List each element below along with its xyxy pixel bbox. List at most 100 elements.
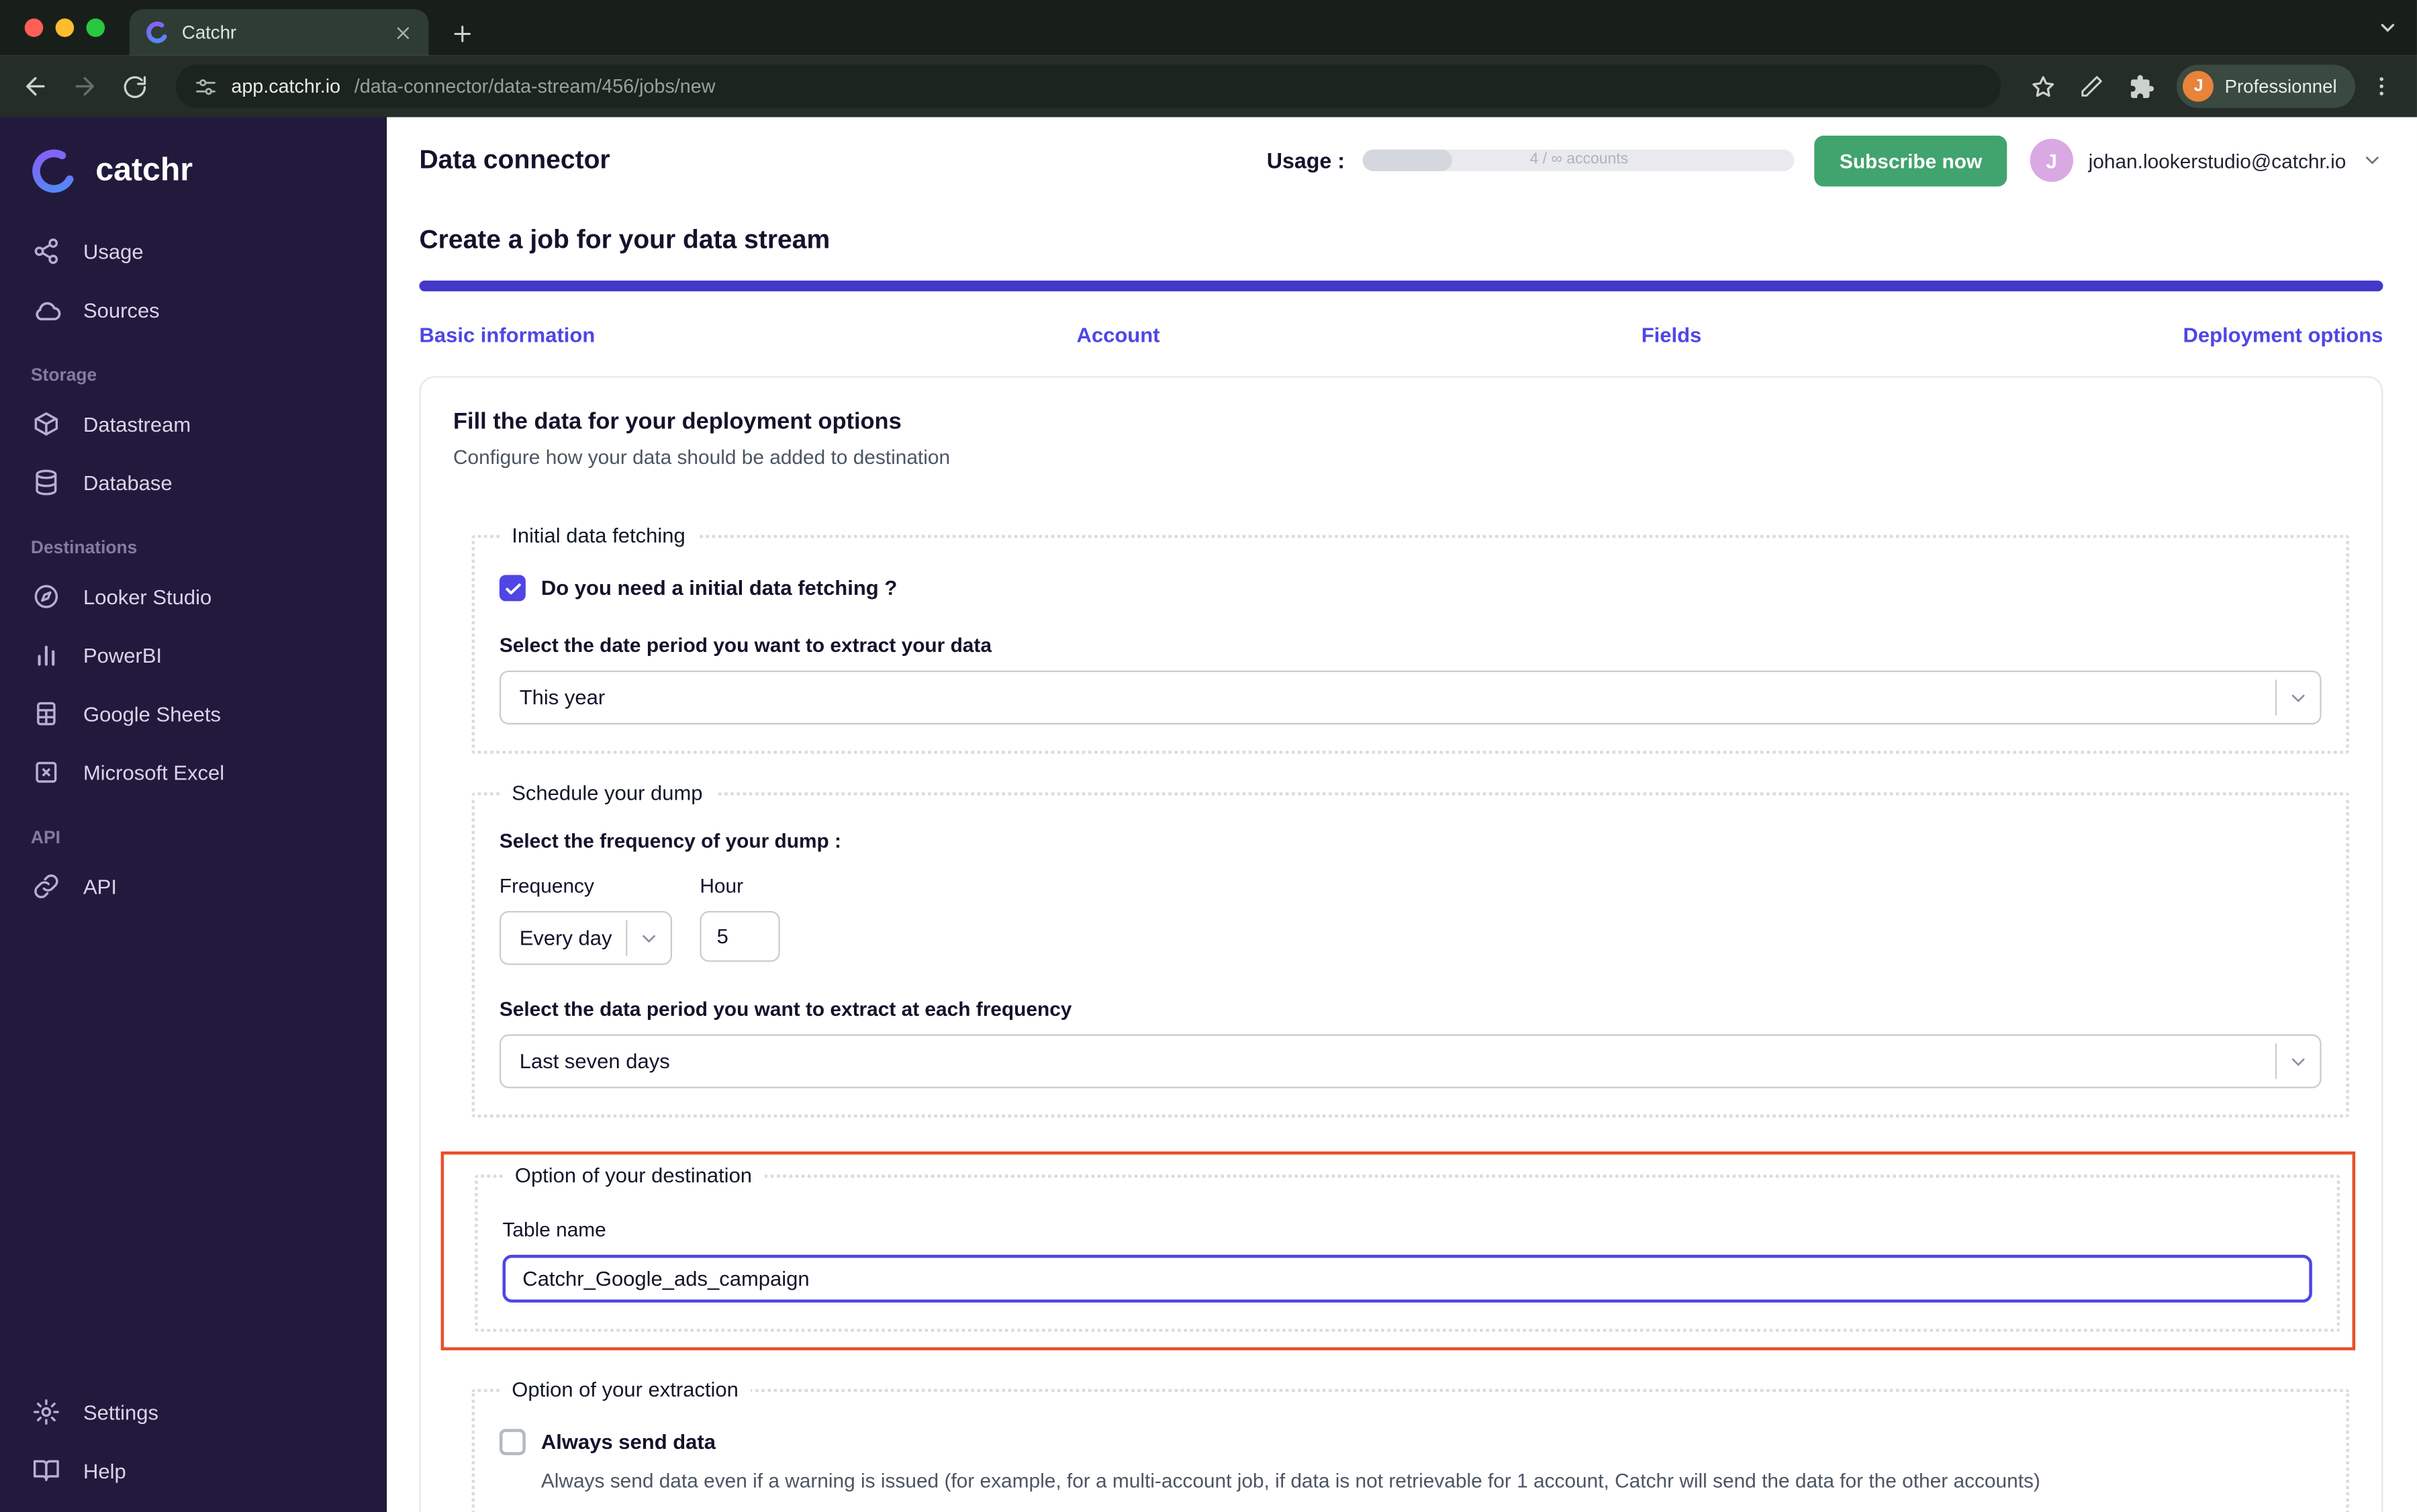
gear-icon bbox=[31, 1397, 62, 1427]
extraction-options-fieldset: Option of your extraction Always send da… bbox=[471, 1378, 2349, 1512]
chevron-down-icon bbox=[2277, 687, 2320, 708]
close-window-button[interactable] bbox=[24, 18, 44, 38]
page-content: Create a job for your data stream Basic … bbox=[387, 203, 2417, 1512]
zoom-window-button[interactable] bbox=[86, 18, 105, 38]
sidebar-item-label: Database bbox=[83, 471, 173, 494]
bar-chart-icon bbox=[31, 640, 62, 671]
select-value: Every day bbox=[519, 926, 612, 950]
frequency-label: Frequency bbox=[499, 873, 594, 898]
destination-highlight-box: Option of your destination Table name bbox=[440, 1151, 2356, 1351]
browser-profile-chip[interactable]: J Professionnel bbox=[2177, 64, 2356, 108]
chevron-down-icon bbox=[2361, 150, 2383, 171]
usage-meter-text: 4 / ∞ accounts bbox=[1529, 150, 1629, 169]
initial-fetching-checkbox[interactable] bbox=[499, 575, 526, 602]
account-menu[interactable]: J johan.lookerstudio@catchr.io bbox=[2030, 138, 2383, 182]
select-value: Last seven days bbox=[519, 1049, 670, 1073]
back-button[interactable] bbox=[12, 63, 58, 109]
frequency-row: Frequency Every day Hour 5 bbox=[499, 873, 2322, 965]
schedule-period-select[interactable]: Last seven days bbox=[499, 1034, 2322, 1088]
browser-menu-icon[interactable] bbox=[2359, 63, 2405, 109]
subscribe-now-button[interactable]: Subscribe now bbox=[1815, 134, 2007, 186]
sidebar-item-database[interactable]: Database bbox=[0, 453, 387, 512]
fieldset-legend: Option of your destination bbox=[514, 1164, 753, 1187]
brand[interactable]: catchr bbox=[0, 136, 387, 222]
sidebar-section-api: API bbox=[30, 829, 60, 848]
tab-close-icon[interactable] bbox=[393, 22, 413, 42]
cloud-icon bbox=[31, 295, 62, 326]
page-app-title: Data connector bbox=[419, 144, 610, 175]
minimize-window-button[interactable] bbox=[55, 18, 75, 38]
chevron-down-icon bbox=[2277, 1051, 2320, 1072]
sidebar: catchr Usage Sources Storage Datastream bbox=[0, 117, 387, 1512]
tab-title: Catchr bbox=[181, 21, 237, 44]
step-deployment-options[interactable]: Deployment options bbox=[2183, 324, 2383, 346]
date-period-label: Select the date period you want to extra… bbox=[499, 633, 992, 657]
step-basic-information[interactable]: Basic information bbox=[419, 324, 595, 346]
avatar: J bbox=[2030, 138, 2073, 182]
new-tab-button[interactable] bbox=[450, 21, 475, 46]
bookmark-star-icon[interactable] bbox=[2020, 63, 2066, 109]
fieldset-legend: Option of your extraction bbox=[512, 1378, 739, 1401]
forward-button[interactable] bbox=[62, 63, 108, 109]
sidebar-item-label: Looker Studio bbox=[83, 585, 212, 608]
checkbox-label: Do you need a initial data fetching ? bbox=[540, 576, 898, 600]
sidebar-item-powerbi[interactable]: PowerBI bbox=[0, 626, 387, 684]
reload-button[interactable] bbox=[111, 63, 157, 109]
card-title: Fill the data for your deployment option… bbox=[453, 408, 902, 435]
browser-tab[interactable]: Catchr bbox=[129, 9, 429, 56]
destination-options-fieldset: Option of your destination Table name bbox=[475, 1164, 2340, 1332]
link-icon bbox=[31, 871, 62, 902]
table-name-input[interactable] bbox=[502, 1254, 2312, 1303]
sidebar-item-help[interactable]: Help bbox=[0, 1442, 387, 1500]
sidebar-item-label: Google Sheets bbox=[83, 702, 222, 726]
sidebar-item-label: PowerBI bbox=[83, 643, 162, 667]
main-area: Data connector Usage : 4 / ∞ accounts Su… bbox=[387, 117, 2417, 1512]
account-email: johan.lookerstudio@catchr.io bbox=[2088, 148, 2347, 172]
date-period-select[interactable]: This year bbox=[499, 670, 2322, 725]
book-icon bbox=[31, 1455, 62, 1486]
frequency-column: Frequency Every day bbox=[499, 873, 673, 965]
step-account[interactable]: Account bbox=[1077, 324, 1160, 346]
main-header: Data connector Usage : 4 / ∞ accounts Su… bbox=[387, 117, 2417, 203]
browser-toolbar: app.catchr.io/data-connector/data-stream… bbox=[0, 55, 2417, 117]
sidebar-item-google-sheets[interactable]: Google Sheets bbox=[0, 684, 387, 743]
always-send-check-row: Always send data bbox=[499, 1429, 2322, 1456]
url-bar[interactable]: app.catchr.io/data-connector/data-stream… bbox=[175, 64, 2001, 108]
step-fields[interactable]: Fields bbox=[1642, 324, 1702, 346]
always-send-description: Always send data even if a warning is is… bbox=[540, 1468, 2040, 1493]
sidebar-item-sources[interactable]: Sources bbox=[0, 281, 387, 339]
sidebar-item-settings[interactable]: Settings bbox=[0, 1382, 387, 1441]
sidebar-item-label: Usage bbox=[83, 240, 144, 263]
brand-name: catchr bbox=[95, 152, 193, 189]
site-settings-icon[interactable] bbox=[194, 75, 217, 97]
sidebar-item-label: Sources bbox=[83, 298, 160, 322]
sidebar-item-microsoft-excel[interactable]: Microsoft Excel bbox=[0, 743, 387, 802]
browser-window: Catchr app.catchr.io/data-connector/data… bbox=[0, 0, 2417, 1512]
sidebar-item-label: API bbox=[83, 874, 117, 898]
window-controls bbox=[0, 0, 130, 56]
sidebar-section-storage: Storage bbox=[30, 367, 97, 385]
pen-icon[interactable] bbox=[2069, 63, 2116, 109]
always-send-data-checkbox[interactable] bbox=[499, 1429, 526, 1456]
share-icon bbox=[31, 236, 62, 267]
sidebar-section-destinations: Destinations bbox=[30, 539, 138, 559]
sidebar-item-datastream[interactable]: Datastream bbox=[0, 395, 387, 453]
frequency-question: Select the frequency of your dump : bbox=[499, 829, 842, 853]
sidebar-item-label: Datastream bbox=[83, 412, 191, 436]
sidebar-item-label: Settings bbox=[83, 1400, 158, 1424]
frequency-select[interactable]: Every day bbox=[499, 910, 673, 965]
sidebar-footer: Settings Help bbox=[0, 1382, 387, 1499]
extensions-puzzle-icon[interactable] bbox=[2118, 63, 2165, 109]
initial-fetching-check-row: Do you need a initial data fetching ? bbox=[499, 575, 2322, 602]
browser-tab-bar: Catchr bbox=[0, 0, 2417, 56]
hour-input[interactable] bbox=[700, 910, 780, 962]
browser-profile-avatar: J bbox=[2183, 70, 2214, 102]
sidebar-item-api[interactable]: API bbox=[0, 857, 387, 916]
tab-search-chevron-icon[interactable] bbox=[2377, 17, 2398, 38]
sidebar-item-usage[interactable]: Usage bbox=[0, 222, 387, 281]
excel-icon bbox=[31, 757, 62, 788]
sidebar-item-looker-studio[interactable]: Looker Studio bbox=[0, 567, 387, 626]
fieldset-legend: Initial data fetching bbox=[512, 524, 685, 548]
usage-meter: 4 / ∞ accounts bbox=[1363, 149, 1795, 171]
browser-profile-label: Professionnel bbox=[2224, 75, 2337, 97]
